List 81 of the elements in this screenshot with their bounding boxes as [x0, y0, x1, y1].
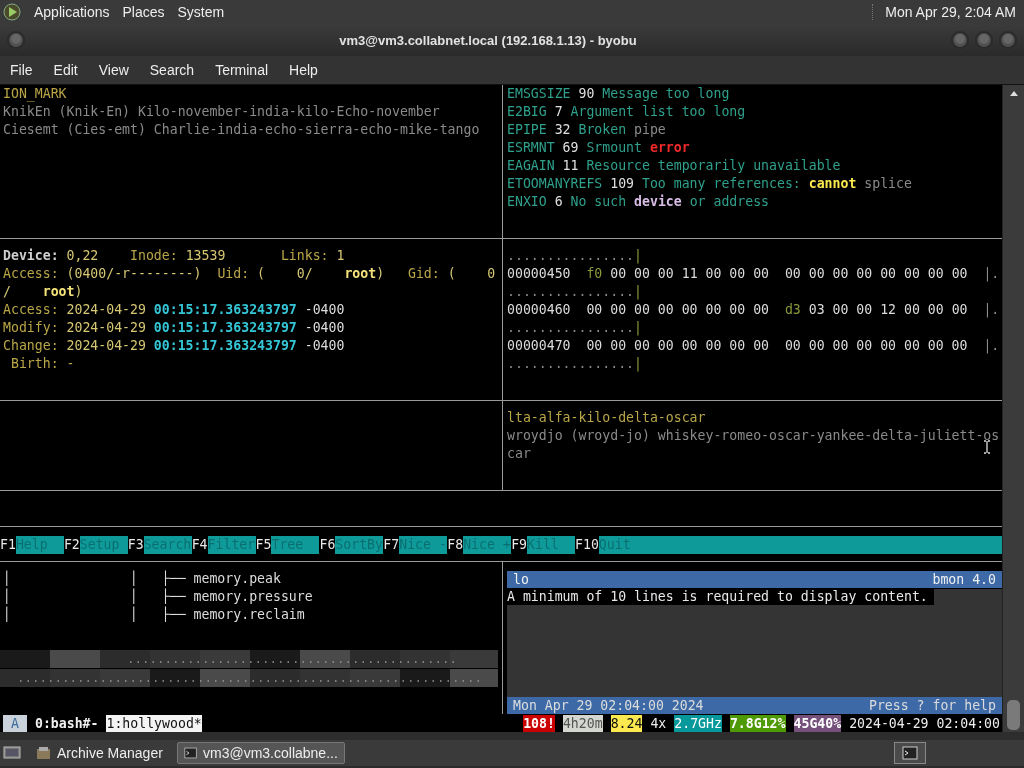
panel-menu[interactable]: Places — [122, 4, 165, 20]
window-tab[interactable]: 1:hollywood* — [106, 714, 202, 732]
status-item: 8.24 — [610, 714, 643, 732]
status-item: 4h20m — [562, 714, 603, 732]
scrollbar-thumb[interactable] — [1007, 700, 1020, 730]
task-button[interactable]: Archive Manager — [29, 742, 169, 764]
function-key: F3 — [127, 536, 144, 554]
date-label: Mon Apr 29 02:04:00 2024 — [513, 697, 704, 714]
terminal-line: ETOOMANYREFS 109 Too many references: cannot splice — [507, 175, 912, 193]
status-item: 4x — [650, 714, 667, 732]
terminal-line: ENXIO 6 No such device or address — [507, 193, 770, 211]
terminal-line: EAGAIN 11 Resource temporarily unavailable — [507, 157, 841, 175]
menu-item[interactable]: File — [10, 62, 33, 78]
terminal-line: Change: 2024-04-29 00:15:17.363243797 -0400 — [3, 337, 345, 355]
function-key: F7 — [383, 536, 400, 554]
terminal-line: ................| — [507, 355, 642, 373]
terminal-line: 00000450 f0 00 00 00 11 00 00 00 00 00 00 00 00 00 00 00 |. — [507, 265, 1000, 283]
info-message: A minimum of 10 lines is required to display content. — [507, 589, 934, 605]
terminal-line: / root) — [3, 283, 83, 301]
help-hint: Press ? for help — [868, 697, 996, 714]
terminal-line: wroydjo (wroyd-jo) whiskey-romeo-oscar-yankee-delta-juliett-os — [507, 427, 1000, 445]
terminal-line: Device: 0,22 Inode: 13539 Links: 1 — [3, 247, 345, 265]
menu-item[interactable]: Search — [149, 62, 195, 78]
task-button[interactable]: vm3@vm3.collabne... — [176, 742, 345, 764]
panel-clock[interactable]: Mon Apr 29, 2:04 AM — [885, 4, 1016, 20]
play-icon — [3, 3, 21, 21]
terminal-line: KnikEn (Knik-En) Kilo-november-india-kilo-Echo-november — [3, 103, 440, 121]
terminal-line: Birth: - — [9, 355, 75, 373]
scrollbar[interactable] — [1002, 85, 1024, 732]
terminal-launcher[interactable] — [894, 742, 926, 764]
status-item: 2.7GHz — [674, 714, 722, 732]
function-key: F8 — [447, 536, 464, 554]
desktop-icon — [3, 744, 21, 762]
terminal-line: ................| — [507, 247, 642, 265]
function-key: F2 — [63, 536, 80, 554]
version-label: bmon 4.0 — [932, 571, 996, 588]
terminal-line: E2BIG 7 Argument list too long — [507, 103, 746, 121]
terminal-line: │ │ ├── memory.reclaim — [3, 606, 305, 624]
terminal-line: Ciesemt (Cies-emt) Charlie-india-echo-sierra-echo-mike-tango — [3, 121, 480, 139]
terminal-line: ................| — [507, 283, 642, 301]
minimize-icon — [950, 30, 970, 50]
session-indicator: A — [3, 714, 27, 732]
terminal-line: Access: (0400/-r--------) Uid: ( 0/ root) Gid: ( 0 — [3, 265, 496, 283]
terminal-line: ESRMNT 69 Srmount error — [507, 139, 690, 157]
function-key: F10 — [575, 536, 599, 554]
window-title: vm3@vm3.collabnet.local (192.168.1.13) - byobu — [338, 32, 638, 48]
terminal-line: Modify: 2024-04-29 00:15:17.363243797 -0400 — [3, 319, 345, 337]
menu-item[interactable]: Edit — [53, 62, 78, 78]
function-key: F4 — [191, 536, 208, 554]
terminal-line: car — [507, 445, 531, 463]
status-item: 45G40% — [793, 714, 842, 732]
terminal-line: │ │ ├── memory.pressure — [3, 588, 313, 606]
status-item: 108! — [523, 714, 555, 732]
terminal-line: ION_MARK — [3, 85, 67, 103]
terminal-line: 00000470 00 00 00 00 00 00 00 00 00 00 00 00 00 00 00 00 |. — [507, 337, 1000, 355]
terminal-line: Access: 2024-04-29 00:15:17.363243797 -0400 — [3, 301, 345, 319]
panel-menu[interactable]: Applications — [34, 4, 110, 20]
terminal-line: EPIPE 32 Broken pipe — [507, 121, 666, 139]
function-key: F9 — [511, 536, 527, 554]
status-item: 7.8G12% — [729, 714, 786, 732]
interface-name: lo — [513, 571, 529, 588]
function-key: F1 — [0, 536, 16, 554]
menu-item[interactable]: Help — [289, 62, 318, 78]
terminal-line: lta-alfa-kilo-delta-oscar — [507, 409, 706, 427]
function-key: F6 — [319, 536, 336, 554]
terminal-icon — [183, 745, 197, 761]
terminal-line: 00000460 00 00 00 00 00 00 00 00 d3 03 00 00 12 00 00 00 |. — [507, 301, 1000, 319]
panel-menu[interactable]: System — [177, 4, 225, 20]
up-arrow-icon — [1007, 89, 1020, 98]
menu-item[interactable]: View — [98, 62, 129, 78]
menu-item[interactable]: Terminal — [215, 62, 269, 78]
archive-icon — [35, 745, 51, 761]
window-menu-icon — [6, 30, 26, 50]
terminal-line: EMSGSIZE 90 Message too long — [507, 85, 730, 103]
close-icon — [998, 30, 1018, 50]
terminal-line: │ │ ├── memory.peak — [3, 570, 281, 588]
maximize-icon — [974, 30, 994, 50]
window-tab[interactable]: 0:bash#- — [34, 714, 99, 732]
status-item: 2024-04-29 02:04:00 — [849, 714, 1000, 732]
terminal-line: ................| — [507, 319, 642, 337]
terminal-icon — [902, 745, 918, 761]
